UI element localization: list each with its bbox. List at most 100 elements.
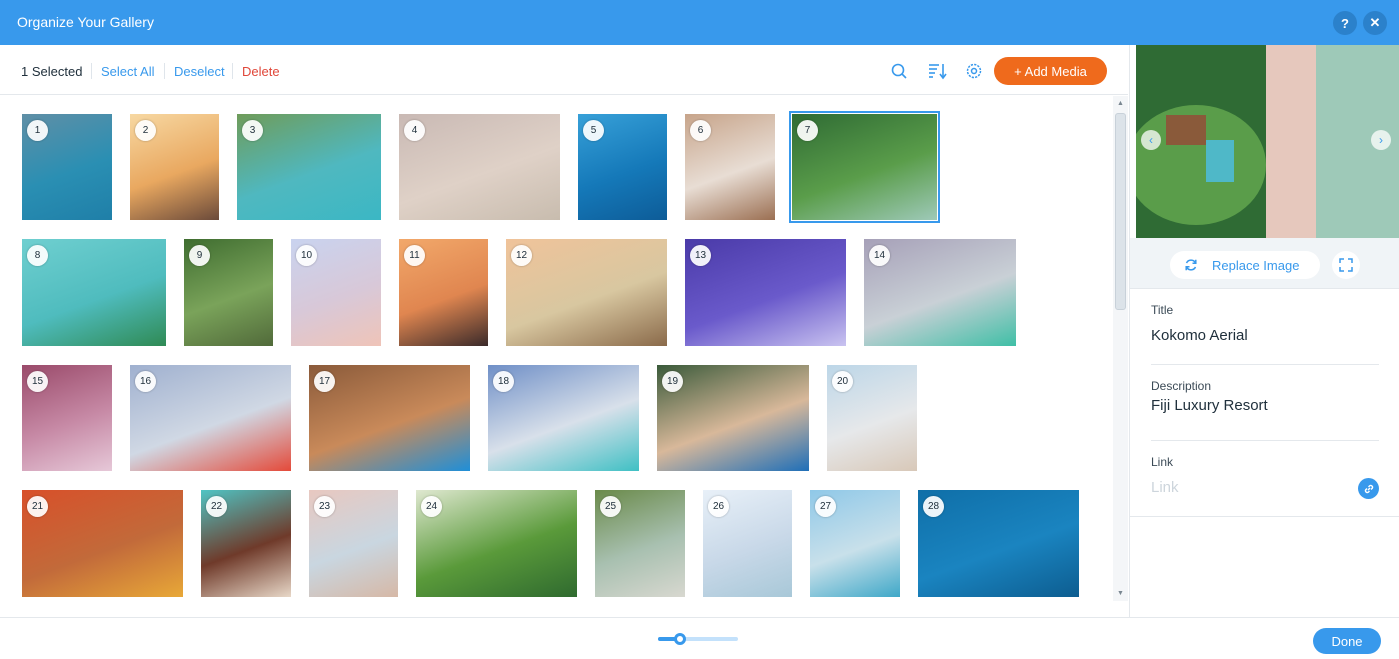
close-button[interactable]: ✕ <box>1363 11 1387 35</box>
gallery-thumbnail[interactable]: 2 <box>130 114 219 220</box>
toolbar-divider <box>91 63 92 79</box>
title-field[interactable]: Kokomo Aerial <box>1151 327 1248 344</box>
scroll-down-icon[interactable]: ▼ <box>1113 587 1128 599</box>
gallery-thumbnail[interactable]: 24 <box>416 490 577 597</box>
gallery-thumbnail[interactable]: 22 <box>201 490 291 597</box>
gallery-thumbnail[interactable]: 23 <box>309 490 398 597</box>
gallery-thumbnail[interactable]: 1 <box>22 114 112 220</box>
thumbnail-number-badge: 10 <box>296 245 317 266</box>
gallery-thumbnail[interactable]: 17 <box>309 365 470 471</box>
description-field[interactable]: Fiji Luxury Resort <box>1151 397 1268 414</box>
thumbnail-number-badge: 23 <box>314 496 335 517</box>
gallery-thumbnail[interactable]: 13 <box>685 239 846 346</box>
gallery-thumbnail[interactable]: 16 <box>130 365 291 471</box>
thumbnail-number-badge: 25 <box>600 496 621 517</box>
title-field-underline <box>1151 364 1379 365</box>
description-field-underline <box>1151 440 1379 441</box>
thumbnail-number-badge: 1 <box>27 120 48 141</box>
done-button[interactable]: Done <box>1313 628 1381 654</box>
thumbnail-number-badge: 27 <box>815 496 836 517</box>
gallery-thumbnail[interactable]: 7 <box>789 111 940 223</box>
gallery-thumbnail[interactable]: 15 <box>22 365 112 471</box>
thumbnail-number-badge: 13 <box>690 245 711 266</box>
gallery-thumbnail[interactable]: 9 <box>184 239 273 346</box>
select-all-button[interactable]: Select All <box>101 64 154 79</box>
thumbnail-number-badge: 20 <box>832 371 853 392</box>
link-field[interactable]: Link <box>1151 479 1179 496</box>
link-icon <box>1364 484 1373 493</box>
delete-button[interactable]: Delete <box>242 64 280 79</box>
preview-image <box>1136 45 1399 238</box>
thumbnail-number-badge: 21 <box>27 496 48 517</box>
thumbnail-number-badge: 26 <box>708 496 729 517</box>
thumbnail-number-badge: 2 <box>135 120 156 141</box>
scrollbar-thumb[interactable] <box>1115 113 1126 310</box>
gear-icon[interactable] <box>964 61 984 81</box>
thumbnail-number-badge: 17 <box>314 371 335 392</box>
gallery-thumbnail[interactable]: 21 <box>22 490 183 597</box>
thumbnail-number-badge: 14 <box>869 245 890 266</box>
gallery-thumbnail[interactable]: 12 <box>506 239 667 346</box>
thumbnail-number-badge: 24 <box>421 496 442 517</box>
refresh-icon <box>1185 259 1197 271</box>
thumbnail-number-badge: 7 <box>797 120 818 141</box>
search-icon[interactable] <box>889 61 909 81</box>
link-label: Link <box>1151 455 1174 469</box>
gallery-thumbnail[interactable]: 11 <box>399 239 488 346</box>
description-label: Description <box>1151 379 1212 393</box>
replace-image-button[interactable]: Replace Image <box>1170 251 1320 279</box>
scroll-up-icon[interactable]: ▲ <box>1113 97 1128 109</box>
gallery-thumbnail[interactable]: 8 <box>22 239 166 346</box>
thumbnail-number-badge: 15 <box>27 371 48 392</box>
thumbnail-number-badge: 5 <box>583 120 604 141</box>
chevron-right-icon: › <box>1379 133 1383 147</box>
gallery-thumbnail[interactable]: 27 <box>810 490 900 597</box>
gallery-thumbnail[interactable]: 18 <box>488 365 639 471</box>
expand-icon <box>1339 258 1353 272</box>
thumbnail-number-badge: 4 <box>404 120 425 141</box>
next-image-button[interactable]: › <box>1371 130 1391 150</box>
gallery-thumbnail[interactable]: 26 <box>703 490 792 597</box>
deselect-button[interactable]: Deselect <box>174 64 225 79</box>
thumbnail-number-badge: 11 <box>404 245 425 266</box>
thumbnail-number-badge: 6 <box>690 120 711 141</box>
sort-icon[interactable] <box>927 61 947 81</box>
gallery-thumbnail[interactable]: 4 <box>399 114 560 220</box>
window-title: Organize Your Gallery <box>17 14 154 30</box>
help-button[interactable]: ? <box>1333 11 1357 35</box>
gallery-thumbnail[interactable]: 10 <box>291 239 381 346</box>
thumbnail-number-badge: 12 <box>511 245 532 266</box>
expand-image-button[interactable] <box>1332 251 1360 279</box>
thumbnail-number-badge: 3 <box>242 120 263 141</box>
gallery-thumbnail[interactable]: 19 <box>657 365 809 471</box>
image-preview <box>1136 45 1399 238</box>
gallery-thumbnail[interactable]: 25 <box>595 490 685 597</box>
previous-image-button[interactable]: ‹ <box>1141 130 1161 150</box>
link-button[interactable] <box>1358 478 1379 499</box>
thumbnail-number-badge: 8 <box>27 245 48 266</box>
gallery-thumbnail[interactable]: 6 <box>685 114 775 220</box>
gallery-thumbnail[interactable]: 14 <box>864 239 1016 346</box>
thumbnail-number-badge: 9 <box>189 245 210 266</box>
thumbnail-number-badge: 16 <box>135 371 156 392</box>
selected-count: 1 Selected <box>21 64 83 79</box>
thumbnail-number-badge: 18 <box>493 371 514 392</box>
gallery-thumbnail[interactable]: 5 <box>578 114 667 220</box>
help-icon: ? <box>1341 15 1349 31</box>
gallery-thumbnail[interactable]: 28 <box>918 490 1079 597</box>
chevron-left-icon: ‹ <box>1149 133 1153 147</box>
toolbar-divider <box>164 63 165 79</box>
add-media-button[interactable]: + Add Media <box>994 57 1107 85</box>
panel-divider <box>1130 516 1399 517</box>
toolbar-divider <box>232 63 233 79</box>
thumbnail-number-badge: 22 <box>206 496 227 517</box>
slider-handle[interactable] <box>674 633 686 645</box>
gallery-toolbar: 1 Selected Select All Deselect Delete + … <box>0 45 1128 95</box>
gallery-thumbnail[interactable]: 20 <box>827 365 917 471</box>
close-icon: ✕ <box>1369 15 1381 30</box>
window-titlebar: Organize Your Gallery ? ✕ <box>0 0 1399 45</box>
gallery-grid: 1 2 3 4 5 6 7 8 9 10 11 12 13 14 15 16 17 18 19 20 21 22 23 24 2… <box>0 96 1112 616</box>
title-label: Title <box>1151 303 1174 317</box>
gallery-thumbnail[interactable]: 3 <box>237 114 381 220</box>
replace-image-label: Replace Image <box>1212 257 1300 273</box>
